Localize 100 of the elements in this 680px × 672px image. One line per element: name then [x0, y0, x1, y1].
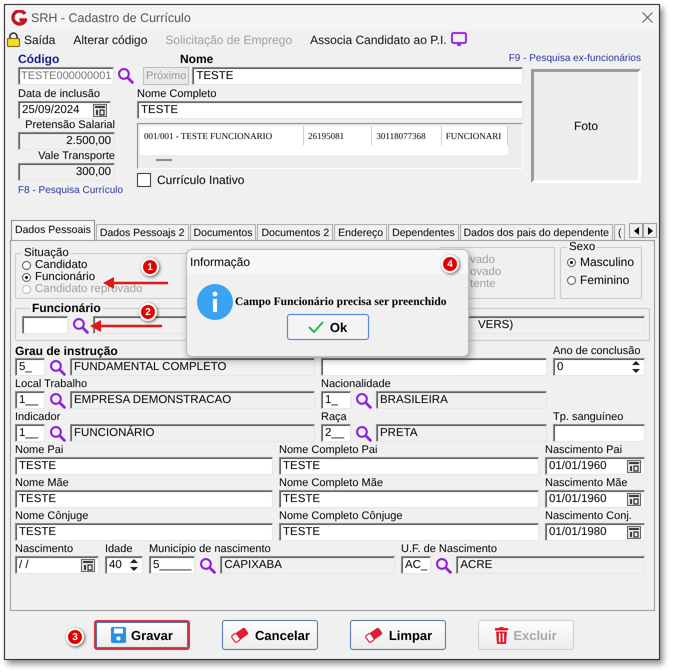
field-label: Nascimento Pai	[545, 444, 624, 457]
ok-button[interactable]: Ok	[286, 314, 368, 340]
tab[interactable]: Dados Pessoais	[11, 220, 95, 240]
description-field[interactable]: PRETA	[376, 424, 547, 442]
code-field[interactable]	[22, 316, 68, 334]
salary-field[interactable]: 2.500,00	[18, 132, 115, 150]
spin-icon[interactable]	[631, 359, 641, 375]
calendar-icon[interactable]	[627, 526, 641, 538]
field-label: Nome Completo Cônjuge	[279, 510, 404, 523]
text-field[interactable]: TESTE	[279, 523, 539, 541]
transport-field[interactable]: 300,00	[18, 163, 115, 181]
tab[interactable]: Dependentes	[388, 224, 459, 240]
field-label: Nome Cônjuge	[15, 510, 90, 523]
tab[interactable]: (	[614, 224, 626, 240]
save-button[interactable]: Gravar	[94, 620, 190, 650]
code-field[interactable]: 2__	[321, 424, 351, 442]
date-field[interactable]: 25/09/2024	[18, 101, 111, 119]
date-field[interactable]: 01/01/1960	[545, 457, 645, 475]
search-icon[interactable]	[72, 316, 89, 334]
code-field[interactable]: 1__	[15, 391, 45, 409]
text-field[interactable]	[321, 358, 547, 376]
search-icon[interactable]	[49, 358, 66, 376]
field-label: Município de nascimento	[149, 543, 272, 556]
field-label: Indicador	[15, 411, 62, 424]
description-field[interactable]: BRASILEIRA	[376, 391, 547, 409]
search-icon[interactable]	[355, 392, 372, 408]
search-icon[interactable]	[355, 424, 372, 442]
code-field[interactable]: 1__	[15, 424, 45, 442]
tab[interactable]: Dados Pessoajs 2	[96, 224, 189, 240]
tab[interactable]: Endereço	[334, 224, 388, 240]
radio-button[interactable]	[22, 260, 31, 270]
field-label: Tp. sanguíneo	[553, 411, 624, 424]
field-label: Nascimento Conj.	[545, 510, 633, 523]
photo-box[interactable]: Foto	[531, 69, 641, 183]
description-field[interactable]: EMPRESA DEMONSTRACAO	[70, 391, 315, 409]
text-field[interactable]: TESTE	[279, 457, 539, 475]
code-field[interactable]: AC_	[401, 556, 432, 574]
code-field[interactable]: 5_____	[149, 556, 196, 574]
field-label: Código	[18, 52, 60, 66]
radio-button[interactable]	[567, 258, 576, 266]
date-field[interactable]: / /	[15, 556, 99, 574]
name-field[interactable]: TESTE	[192, 66, 523, 84]
tab[interactable]: Documentos	[190, 224, 256, 240]
full-name-field[interactable]: TESTE	[137, 101, 523, 119]
field-label: Raça	[321, 411, 348, 424]
scroll-right-button[interactable]	[643, 223, 657, 238]
radio-button[interactable]	[567, 276, 576, 284]
search-icon[interactable]	[117, 67, 134, 84]
radio-label: Masculino	[580, 255, 634, 269]
field-label: Nome	[180, 52, 214, 66]
monitor-icon[interactable]	[450, 32, 467, 47]
number-field[interactable]: 0	[553, 358, 645, 376]
close-icon[interactable]	[642, 12, 653, 23]
search-icon[interactable]	[435, 556, 452, 574]
search-link[interactable]: F8 - Pesquisa Currículo	[18, 184, 124, 198]
tab[interactable]: Dados dos pais do dependente	[460, 224, 613, 240]
menu-item[interactable]: Alterar código	[73, 32, 148, 46]
search-icon[interactable]	[199, 556, 216, 574]
number-field[interactable]: 40	[105, 556, 143, 574]
code-field[interactable]: 5_	[15, 358, 45, 376]
search-link[interactable]: F9 - Pesquisa ex-funcionários	[508, 52, 641, 66]
description-field[interactable]: CAPIXABA	[220, 556, 395, 574]
checkbox[interactable]	[137, 173, 151, 187]
cancel-button[interactable]: Cancelar	[222, 620, 318, 650]
window-title: SRH - Cadastro de Currículo	[31, 10, 192, 24]
right-arrow-icon	[648, 226, 652, 234]
description-field[interactable]: FUNDAMENTAL COMPLETO	[70, 358, 315, 376]
text-field[interactable]: TESTE	[15, 490, 273, 508]
scroll-left-button[interactable]	[629, 223, 643, 238]
date-field[interactable]: 01/01/1960	[545, 490, 645, 508]
text-field[interactable]: TESTE	[279, 490, 539, 508]
code-field[interactable]: TESTE000000001	[18, 66, 114, 84]
group-label: Sexo	[568, 241, 596, 253]
field-label: Nome Completo	[137, 88, 218, 101]
calendar-icon[interactable]	[627, 492, 641, 506]
spin-icon[interactable]	[129, 557, 139, 573]
radio-button[interactable]	[22, 272, 31, 282]
menu-item[interactable]: Associa Candidato ao P.I.	[310, 32, 447, 46]
clear-button[interactable]: Limpar	[350, 620, 446, 650]
text-field[interactable]: TESTE	[15, 457, 273, 475]
table-cell: 30118077368	[372, 126, 442, 145]
date-field[interactable]: 01/01/1980	[545, 523, 645, 541]
radio-label: Candidato	[35, 259, 88, 271]
text-field[interactable]: TESTE	[15, 523, 273, 541]
tab[interactable]: Documentos 2	[257, 224, 334, 240]
radio-label: tente	[470, 278, 497, 290]
calendar-icon[interactable]	[627, 460, 641, 472]
description-field[interactable]: ACRE	[456, 556, 645, 574]
calendar-icon[interactable]	[81, 558, 95, 572]
field-label: Nascimento	[15, 543, 74, 556]
code-field[interactable]: 1_	[321, 391, 351, 409]
calendar-icon[interactable]	[93, 104, 107, 116]
menu-item[interactable]: Saída	[24, 32, 56, 46]
check-icon	[308, 321, 324, 333]
search-icon[interactable]	[49, 392, 66, 408]
text-field[interactable]	[553, 424, 645, 442]
field-label: Idade	[105, 543, 134, 556]
description-field[interactable]: FUNCIONÁRIO	[70, 424, 315, 442]
padlock-icon	[7, 32, 20, 47]
search-icon[interactable]	[49, 424, 66, 442]
